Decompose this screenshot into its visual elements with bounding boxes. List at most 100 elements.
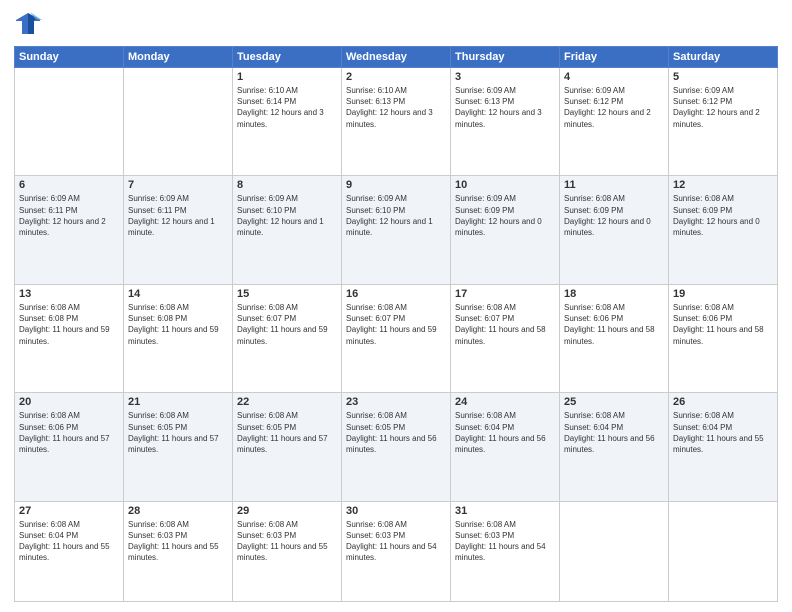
calendar-cell: 1 Sunrise: 6:10 AM Sunset: 6:14 PM Daylig… <box>233 68 342 176</box>
cell-info: Sunrise: 6:08 AM Sunset: 6:03 PM Dayligh… <box>128 519 228 564</box>
day-number: 10 <box>455 179 555 191</box>
day-number: 13 <box>19 288 119 300</box>
cell-info: Sunrise: 6:09 AM Sunset: 6:12 PM Dayligh… <box>564 85 664 130</box>
calendar-cell <box>560 501 669 601</box>
week-row: 20 Sunrise: 6:08 AM Sunset: 6:06 PM Dayli… <box>15 393 778 501</box>
day-number: 29 <box>237 505 337 517</box>
day-number: 22 <box>237 396 337 408</box>
cell-info: Sunrise: 6:09 AM Sunset: 6:10 PM Dayligh… <box>237 193 337 238</box>
header <box>14 10 778 38</box>
day-number: 7 <box>128 179 228 191</box>
calendar-cell: 22 Sunrise: 6:08 AM Sunset: 6:05 PM Dayli… <box>233 393 342 501</box>
cell-info: Sunrise: 6:08 AM Sunset: 6:06 PM Dayligh… <box>19 410 119 455</box>
col-header-wednesday: Wednesday <box>342 47 451 68</box>
day-number: 15 <box>237 288 337 300</box>
day-number: 23 <box>346 396 446 408</box>
cell-info: Sunrise: 6:08 AM Sunset: 6:08 PM Dayligh… <box>19 302 119 347</box>
cell-info: Sunrise: 6:10 AM Sunset: 6:14 PM Dayligh… <box>237 85 337 130</box>
cell-info: Sunrise: 6:08 AM Sunset: 6:05 PM Dayligh… <box>346 410 446 455</box>
calendar-cell: 9Sunrise: 6:09 AM Sunset: 6:10 PM Daylig… <box>342 176 451 284</box>
cell-info: Sunrise: 6:09 AM Sunset: 6:12 PM Dayligh… <box>673 85 773 130</box>
calendar-cell: 23 Sunrise: 6:08 AM Sunset: 6:05 PM Dayli… <box>342 393 451 501</box>
day-number: 30 <box>346 505 446 517</box>
day-number: 25 <box>564 396 664 408</box>
day-number: 11 <box>564 179 664 191</box>
cell-info: Sunrise: 6:08 AM Sunset: 6:04 PM Dayligh… <box>673 410 773 455</box>
week-row: 27 Sunrise: 6:08 AM Sunset: 6:04 PM Dayli… <box>15 501 778 601</box>
day-number: 12 <box>673 179 773 191</box>
calendar-cell: 8Sunrise: 6:09 AM Sunset: 6:10 PM Daylig… <box>233 176 342 284</box>
day-number: 24 <box>455 396 555 408</box>
day-number: 16 <box>346 288 446 300</box>
logo <box>14 10 46 38</box>
week-row: 1 Sunrise: 6:10 AM Sunset: 6:14 PM Daylig… <box>15 68 778 176</box>
day-number: 14 <box>128 288 228 300</box>
header-row: SundayMondayTuesdayWednesdayThursdayFrid… <box>15 47 778 68</box>
calendar-cell: 11 Sunrise: 6:08 AM Sunset: 6:09 PM Dayli… <box>560 176 669 284</box>
calendar-cell: 16 Sunrise: 6:08 AM Sunset: 6:07 PM Dayli… <box>342 284 451 392</box>
calendar-cell <box>669 501 778 601</box>
cell-info: Sunrise: 6:10 AM Sunset: 6:13 PM Dayligh… <box>346 85 446 130</box>
cell-info: Sunrise: 6:09 AM Sunset: 6:11 PM Dayligh… <box>128 193 228 238</box>
cell-info: Sunrise: 6:08 AM Sunset: 6:09 PM Dayligh… <box>564 193 664 238</box>
col-header-tuesday: Tuesday <box>233 47 342 68</box>
cell-info: Sunrise: 6:08 AM Sunset: 6:08 PM Dayligh… <box>128 302 228 347</box>
cell-info: Sunrise: 6:08 AM Sunset: 6:07 PM Dayligh… <box>346 302 446 347</box>
calendar-cell: 17Sunrise: 6:08 AM Sunset: 6:07 PM Dayli… <box>451 284 560 392</box>
day-number: 21 <box>128 396 228 408</box>
cell-info: Sunrise: 6:08 AM Sunset: 6:04 PM Dayligh… <box>564 410 664 455</box>
cell-info: Sunrise: 6:09 AM Sunset: 6:13 PM Dayligh… <box>455 85 555 130</box>
calendar-cell: 14 Sunrise: 6:08 AM Sunset: 6:08 PM Dayli… <box>124 284 233 392</box>
calendar-cell: 20 Sunrise: 6:08 AM Sunset: 6:06 PM Dayli… <box>15 393 124 501</box>
cell-info: Sunrise: 6:08 AM Sunset: 6:07 PM Dayligh… <box>237 302 337 347</box>
day-number: 2 <box>346 71 446 83</box>
calendar-cell: 19 Sunrise: 6:08 AM Sunset: 6:06 PM Dayli… <box>669 284 778 392</box>
calendar-cell: 5Sunrise: 6:09 AM Sunset: 6:12 PM Daylig… <box>669 68 778 176</box>
cell-info: Sunrise: 6:09 AM Sunset: 6:11 PM Dayligh… <box>19 193 119 238</box>
calendar-cell: 27 Sunrise: 6:08 AM Sunset: 6:04 PM Dayli… <box>15 501 124 601</box>
col-header-friday: Friday <box>560 47 669 68</box>
day-number: 20 <box>19 396 119 408</box>
calendar-cell: 28Sunrise: 6:08 AM Sunset: 6:03 PM Dayli… <box>124 501 233 601</box>
calendar-cell <box>15 68 124 176</box>
day-number: 27 <box>19 505 119 517</box>
calendar-cell: 21Sunrise: 6:08 AM Sunset: 6:05 PM Dayli… <box>124 393 233 501</box>
calendar-cell: 10 Sunrise: 6:09 AM Sunset: 6:09 PM Dayli… <box>451 176 560 284</box>
cell-info: Sunrise: 6:08 AM Sunset: 6:06 PM Dayligh… <box>673 302 773 347</box>
day-number: 1 <box>237 71 337 83</box>
day-number: 19 <box>673 288 773 300</box>
calendar-cell: 2 Sunrise: 6:10 AM Sunset: 6:13 PM Daylig… <box>342 68 451 176</box>
day-number: 3 <box>455 71 555 83</box>
calendar-cell: 29 Sunrise: 6:08 AM Sunset: 6:03 PM Dayli… <box>233 501 342 601</box>
cell-info: Sunrise: 6:08 AM Sunset: 6:06 PM Dayligh… <box>564 302 664 347</box>
page: SundayMondayTuesdayWednesdayThursdayFrid… <box>0 0 792 612</box>
cell-info: Sunrise: 6:09 AM Sunset: 6:09 PM Dayligh… <box>455 193 555 238</box>
cell-info: Sunrise: 6:08 AM Sunset: 6:03 PM Dayligh… <box>346 519 446 564</box>
cell-info: Sunrise: 6:08 AM Sunset: 6:09 PM Dayligh… <box>673 193 773 238</box>
cell-info: Sunrise: 6:08 AM Sunset: 6:03 PM Dayligh… <box>455 519 555 564</box>
col-header-saturday: Saturday <box>669 47 778 68</box>
day-number: 26 <box>673 396 773 408</box>
calendar-cell: 24 Sunrise: 6:08 AM Sunset: 6:04 PM Dayli… <box>451 393 560 501</box>
cell-info: Sunrise: 6:08 AM Sunset: 6:05 PM Dayligh… <box>237 410 337 455</box>
calendar-cell: 31 Sunrise: 6:08 AM Sunset: 6:03 PM Dayli… <box>451 501 560 601</box>
calendar-cell <box>124 68 233 176</box>
cell-info: Sunrise: 6:08 AM Sunset: 6:03 PM Dayligh… <box>237 519 337 564</box>
day-number: 18 <box>564 288 664 300</box>
cell-info: Sunrise: 6:08 AM Sunset: 6:07 PM Dayligh… <box>455 302 555 347</box>
calendar-cell: 4 Sunrise: 6:09 AM Sunset: 6:12 PM Daylig… <box>560 68 669 176</box>
day-number: 9 <box>346 179 446 191</box>
day-number: 31 <box>455 505 555 517</box>
col-header-sunday: Sunday <box>15 47 124 68</box>
calendar-cell: 26 Sunrise: 6:08 AM Sunset: 6:04 PM Dayli… <box>669 393 778 501</box>
day-number: 4 <box>564 71 664 83</box>
calendar-cell: 7 Sunrise: 6:09 AM Sunset: 6:11 PM Daylig… <box>124 176 233 284</box>
cell-info: Sunrise: 6:08 AM Sunset: 6:04 PM Dayligh… <box>19 519 119 564</box>
cell-info: Sunrise: 6:08 AM Sunset: 6:04 PM Dayligh… <box>455 410 555 455</box>
calendar-cell: 12 Sunrise: 6:08 AM Sunset: 6:09 PM Dayli… <box>669 176 778 284</box>
calendar-cell: 25 Sunrise: 6:08 AM Sunset: 6:04 PM Dayli… <box>560 393 669 501</box>
col-header-thursday: Thursday <box>451 47 560 68</box>
week-row: 6Sunrise: 6:09 AM Sunset: 6:11 PM Daylig… <box>15 176 778 284</box>
calendar-cell: 15 Sunrise: 6:08 AM Sunset: 6:07 PM Dayli… <box>233 284 342 392</box>
calendar-cell: 6Sunrise: 6:09 AM Sunset: 6:11 PM Daylig… <box>15 176 124 284</box>
